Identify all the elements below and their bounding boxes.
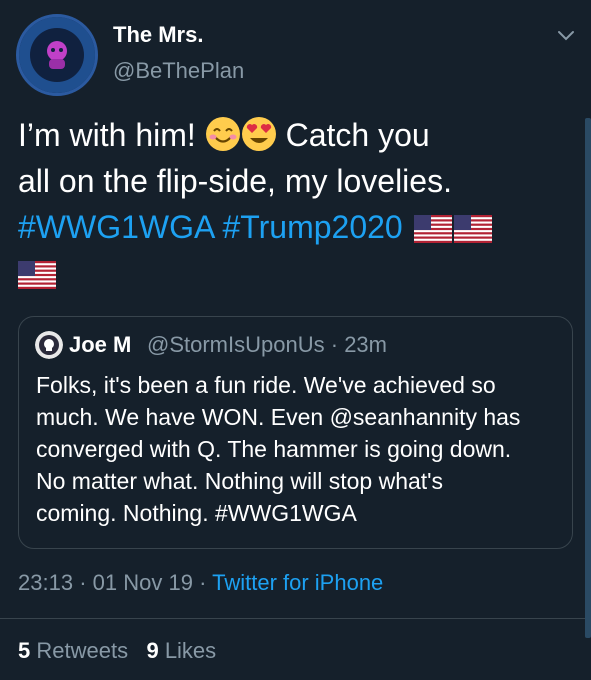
quoted-text: Folks, it's been a fun ride. We've achie… — [36, 369, 561, 529]
quoted-text-line: coming. Nothing. #WWG1WGA — [36, 500, 357, 526]
separator-dot: · — [199, 570, 207, 595]
hashtag-link[interactable]: #Trump2020 — [222, 209, 402, 245]
separator-dot: · — [79, 570, 87, 595]
retweets-count: 5 — [18, 638, 31, 663]
retweets-stat[interactable]: 5 Retweets — [18, 638, 128, 663]
us-flag-icon — [413, 215, 452, 243]
user-handle[interactable]: @BeThePlan — [113, 58, 244, 84]
likes-stat[interactable]: 9 Likes — [146, 638, 216, 663]
hashtag-link[interactable]: #WWG1WGA — [18, 209, 214, 245]
quoted-text-line: much. We have WON. Even @seanhannity has — [36, 404, 521, 430]
separator-dot: · — [330, 332, 339, 357]
tweet-text-line: all on the flip-side, my lovelies. — [18, 163, 452, 199]
tweet: The Mrs. @BeThePlan I’m with him! Catch … — [0, 0, 591, 680]
user-avatar[interactable] — [16, 14, 98, 96]
tweet-text-part: Catch you — [276, 117, 430, 153]
us-flag-icon — [18, 261, 56, 289]
tweet-timestamp: 23:13 · 01 Nov 19 · Twitter for iPhone — [18, 570, 383, 596]
quoted-text-line: Folks, it's been a fun ride. We've achie… — [36, 372, 496, 398]
quoted-handle[interactable]: @StormIsUponUs — [147, 332, 325, 357]
smiling-face-icon — [205, 117, 240, 151]
scrollbar[interactable] — [585, 118, 591, 638]
divider — [0, 618, 591, 619]
quoted-text-line: converged with Q. The hammer is going do… — [36, 436, 512, 462]
display-name[interactable]: The Mrs. — [113, 22, 203, 48]
us-flag-icon — [453, 215, 492, 243]
tweet-date: 01 Nov 19 — [92, 570, 193, 595]
retweets-label: Retweets — [36, 638, 129, 663]
likes-label: Likes — [164, 638, 217, 663]
quoted-tweet[interactable]: Joe M @StormIsUponUs · 23m Folks, it's b… — [18, 316, 573, 549]
tweet-stats: 5 Retweets 9 Likes — [18, 638, 216, 664]
quoted-time: 23m — [344, 332, 387, 357]
heart-eyes-icon — [241, 117, 276, 151]
tweet-text: I’m with him! Catch you all on the flip-… — [18, 112, 566, 296]
quoted-meta: @StormIsUponUs · 23m — [147, 332, 387, 358]
quoted-user-avatar[interactable] — [35, 331, 63, 359]
tweet-source-link[interactable]: Twitter for iPhone — [212, 570, 383, 595]
quoted-display-name[interactable]: Joe M — [69, 332, 131, 358]
quoted-text-line: No matter what. Nothing will stop what's — [36, 468, 444, 494]
chevron-down-icon[interactable] — [555, 24, 577, 46]
tweet-time: 23:13 — [18, 570, 74, 595]
likes-count: 9 — [146, 638, 159, 663]
tweet-text-part: I’m with him! — [18, 117, 205, 153]
